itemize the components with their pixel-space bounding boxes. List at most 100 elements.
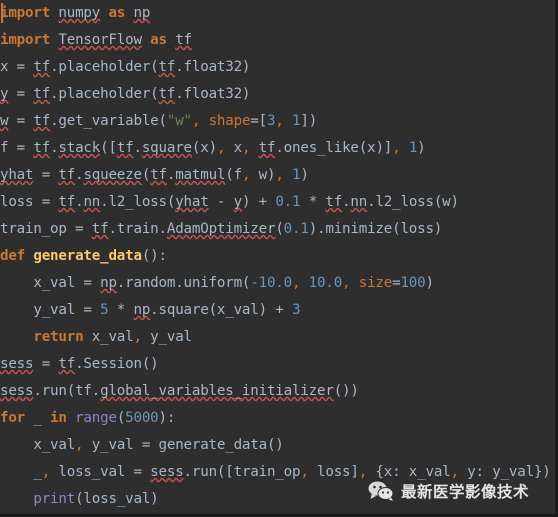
token-attr: .ones_like(x)] [275,140,393,156]
token-attr: nn [83,194,101,210]
token-op: * [108,302,134,318]
code-line[interactable]: def generate_data(): [0,243,555,270]
token-op: ) [300,167,309,183]
token-identifier: x_val [33,437,76,453]
token-op: x [225,140,243,156]
token-identifier: tf [58,356,76,372]
token-keyword: import [0,5,51,21]
code-line[interactable]: import TensorFlow as tf [0,27,555,54]
token-identifier: train_op = [0,221,92,237]
token-attr: .get_variable( [50,113,167,129]
token-identifier: yhat [175,194,209,210]
token-op: ) [417,140,426,156]
token-op: ( [275,221,284,237]
token-number: 0.1 [275,194,301,210]
token-attr: stack [58,140,101,156]
token-identifier: tf [258,140,276,156]
code-line[interactable]: return x_val, y_val [0,324,555,351]
code-line[interactable]: sess = tf.Session() [0,351,555,378]
token-attr: .random.uniform( [116,275,251,291]
token-number: 1 [408,140,418,156]
token-attr: .placeholder( [50,86,159,102]
token-identifier: x_val [91,329,134,345]
code-line[interactable]: import numpy as np [0,0,555,27]
code-line[interactable]: sess.run(tf.global_variables_initializer… [0,378,555,405]
token-module: TensorFlow [58,32,142,48]
token-identifier: tf [158,86,176,102]
code-line[interactable]: loss = tf.nn.l2_loss(yhat - y) + 0.1 * t… [0,189,555,216]
token-attr: .run(tf. [33,383,101,399]
token-identifier: tf [33,113,51,129]
code-line[interactable]: x = tf.placeholder(tf.float32) [0,54,555,81]
token-attr: .float32) [175,59,251,75]
code-line[interactable]: for _ in range(5000): [0,405,555,432]
token-number: 100 [400,275,426,291]
token-keyword: for [0,410,26,426]
token-op: ([ [100,140,117,156]
token-identifier: sess [0,383,34,399]
token-op: = [33,356,59,372]
token-op [67,410,75,426]
token-op: ).minimize(loss) [308,221,443,237]
token-identifier: tf [116,140,134,156]
code-line[interactable]: y = tf.placeholder(tf.float32) [0,81,555,108]
token-identifier: tf [158,59,176,75]
token-attr: .l2_loss( [100,194,176,210]
token-attr: . [133,140,143,156]
token-identifier: tf [33,59,51,75]
token-op: y: y_val}) [458,464,551,480]
wechat-watermark: 最新医学影像技术 [368,480,529,502]
token-keyword: import [0,32,51,48]
token-identifier: tf [91,221,109,237]
code-line[interactable]: yhat = tf.squeeze(tf.matmul(f, w), 1) [0,162,555,189]
token-attr: .float32) [175,86,251,102]
token-identifier: tf [58,167,76,183]
code-editor-pane[interactable]: import numpy as np import TensorFlow as … [0,0,558,517]
token-op: ( [116,410,126,426]
token-module: numpy [58,5,101,21]
token-op: ) [425,275,434,291]
token-identifier: f = [0,140,34,156]
token-keyword: def [0,248,26,264]
token-identifier: tf [150,167,167,183]
token-alias: tf [175,32,192,48]
token-comma: , [275,113,284,129]
token-op [284,167,292,183]
wechat-icon [368,481,394,501]
token-attr: nn [350,194,368,210]
code-line[interactable]: x_val, y_val = generate_data() [0,432,555,459]
token-identifier: tf [33,86,51,102]
token-keyword: return [33,329,84,345]
token-op: (): [141,248,167,264]
token-op: (f [225,167,242,183]
token-op: loss] [308,464,359,480]
token-function-name: generate_data [33,248,142,264]
token-op: * [300,194,326,210]
token-comma: , [275,167,284,183]
watermark-text: 最新医学影像技术 [401,483,530,501]
token-identifier: _ [33,464,42,480]
token-op: = [8,113,34,129]
token-identifier: sess [0,356,34,372]
code-line[interactable]: x_val = np.random.uniform(-10.0, 10.0, s… [0,270,555,297]
token-attr: squeeze [83,167,142,183]
token-identifier: _ [25,410,51,426]
code-line[interactable]: print(sess.run([w])) [0,513,555,514]
token-number: 0.1 [283,221,309,237]
token-number: 10.0 [308,275,343,291]
token-attr: global_variables_initializer [100,383,334,399]
code-line[interactable]: w = tf.get_variable("w", shape=[3, 1]) [0,108,555,135]
token-identifier: loss_val = [50,464,151,480]
token-op: ( [141,167,151,183]
code-line[interactable]: f = tf.stack([tf.square(x), x, tf.ones_l… [0,135,555,162]
token-op [300,275,308,291]
token-identifier: np [100,275,117,291]
code-line[interactable]: y_val = 5 * np.square(x_val) + 3 [0,297,555,324]
token-identifier: loss = [0,194,59,210]
code-line[interactable]: train_op = tf.train.AdamOptimizer(0.1).m… [0,216,555,243]
token-attr: .square(x_val) [150,302,267,318]
token-alias: np [133,5,151,21]
token-identifier: tf [33,140,51,156]
token-identifier: y_val [141,329,192,345]
token-op [200,113,208,129]
